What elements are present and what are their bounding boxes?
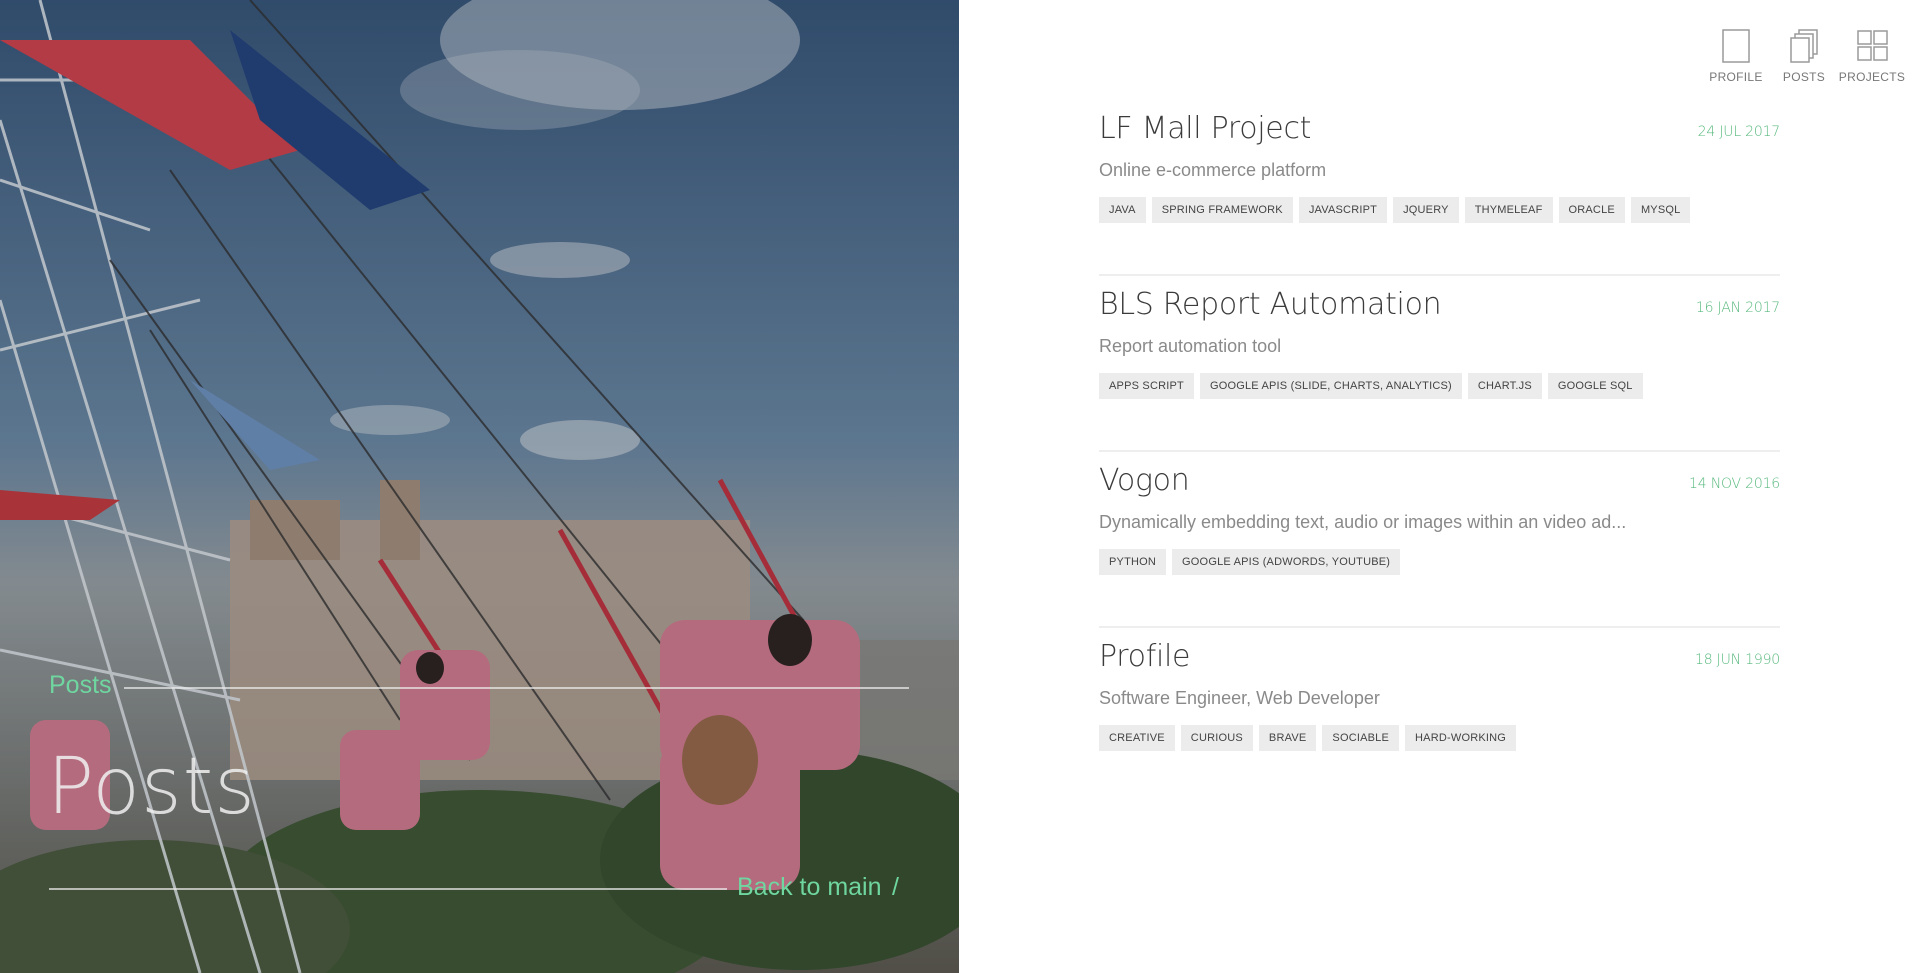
nav-posts-label: POSTS (1782, 70, 1826, 84)
post-date: 16 JAN 2017 (1695, 300, 1780, 316)
profile-page-icon (1722, 29, 1750, 63)
post-date: 24 JUL 2017 (1697, 124, 1781, 140)
post-subtitle: Dynamically embedding text, audio or ima… (1099, 512, 1627, 532)
tag[interactable]: THYMELEAF (1464, 197, 1553, 223)
tag[interactable]: JAVA (1099, 197, 1146, 223)
post-date: 18 JUN 1990 (1695, 652, 1780, 668)
tag-list: APPS SCRIPT GOOGLE APIS (SLIDE, CHARTS, … (1099, 373, 1780, 399)
post-title[interactable]: Profile (1099, 638, 1780, 676)
tag[interactable]: ORACLE (1558, 197, 1625, 223)
tag[interactable]: GOOGLE APIS (SLIDE, CHARTS, ANALYTICS) (1199, 373, 1462, 399)
posts-stack-icon (1790, 29, 1818, 63)
tag[interactable]: APPS SCRIPT (1099, 373, 1194, 399)
tag[interactable]: MYSQL (1630, 197, 1691, 223)
post-title[interactable]: Vogon (1099, 462, 1780, 500)
tag-list: PYTHON GOOGLE APIS (ADWORDS, YOUTUBE) (1099, 549, 1780, 575)
post-subtitle: Report automation tool (1099, 336, 1282, 356)
tag[interactable]: CHART.JS (1467, 373, 1542, 399)
post-item: BLS Report Automation 16 JAN 2017 Report… (1099, 276, 1780, 452)
post-date: 14 NOV 2016 (1689, 476, 1780, 492)
tag[interactable]: SPRING FRAMEWORK (1151, 197, 1293, 223)
tag[interactable]: JAVASCRIPT (1298, 197, 1388, 223)
post-subtitle: Online e-commerce platform (1099, 160, 1327, 180)
nav-profile[interactable]: PROFILE (1705, 28, 1767, 84)
tag[interactable]: CURIOUS (1180, 725, 1253, 751)
post-item: LF Mall Project 24 JUL 2017 Online e-com… (1099, 100, 1780, 276)
post-list: LF Mall Project 24 JUL 2017 Online e-com… (1099, 100, 1780, 804)
top-navigation: PROFILE POSTS PROJECTS (1705, 28, 1906, 84)
tag[interactable]: CREATIVE (1099, 725, 1175, 751)
tag[interactable]: GOOGLE APIS (ADWORDS, YOUTUBE) (1172, 549, 1401, 575)
post-subtitle: Software Engineer, Web Developer (1099, 688, 1380, 708)
tag-list: CREATIVE CURIOUS BRAVE SOCIABLE HARD-WOR… (1099, 725, 1780, 751)
nav-projects[interactable]: PROJECTS (1838, 28, 1906, 84)
breadcrumb: Posts (49, 671, 112, 699)
tag[interactable]: BRAVE (1258, 725, 1317, 751)
post-title[interactable]: BLS Report Automation (1099, 286, 1780, 324)
tag[interactable]: HARD-WORKING (1405, 725, 1517, 751)
nav-posts[interactable]: POSTS (1773, 28, 1835, 84)
projects-grid-icon (1857, 30, 1888, 61)
post-item: Vogon 14 NOV 2016 Dynamically embedding … (1099, 452, 1780, 628)
nav-projects-label: PROJECTS (1838, 70, 1906, 84)
link-separator: / (892, 873, 899, 901)
tag[interactable]: PYTHON (1099, 549, 1167, 575)
tag[interactable]: GOOGLE SQL (1547, 373, 1643, 399)
back-to-main-link[interactable]: Back to main (737, 873, 882, 902)
page-title: Posts (47, 742, 256, 832)
post-title[interactable]: LF Mall Project (1099, 110, 1780, 148)
breadcrumb-divider (124, 687, 909, 689)
nav-profile-label: PROFILE (1709, 70, 1763, 84)
tag-list: JAVA SPRING FRAMEWORK JAVASCRIPT JQUERY … (1099, 197, 1780, 223)
footer-divider (49, 888, 727, 890)
tag[interactable]: JQUERY (1393, 197, 1459, 223)
post-item: Profile 18 JUN 1990 Software Engineer, W… (1099, 628, 1780, 804)
tag[interactable]: SOCIABLE (1322, 725, 1400, 751)
hero-panel: Posts Posts Back to main / (0, 0, 959, 973)
